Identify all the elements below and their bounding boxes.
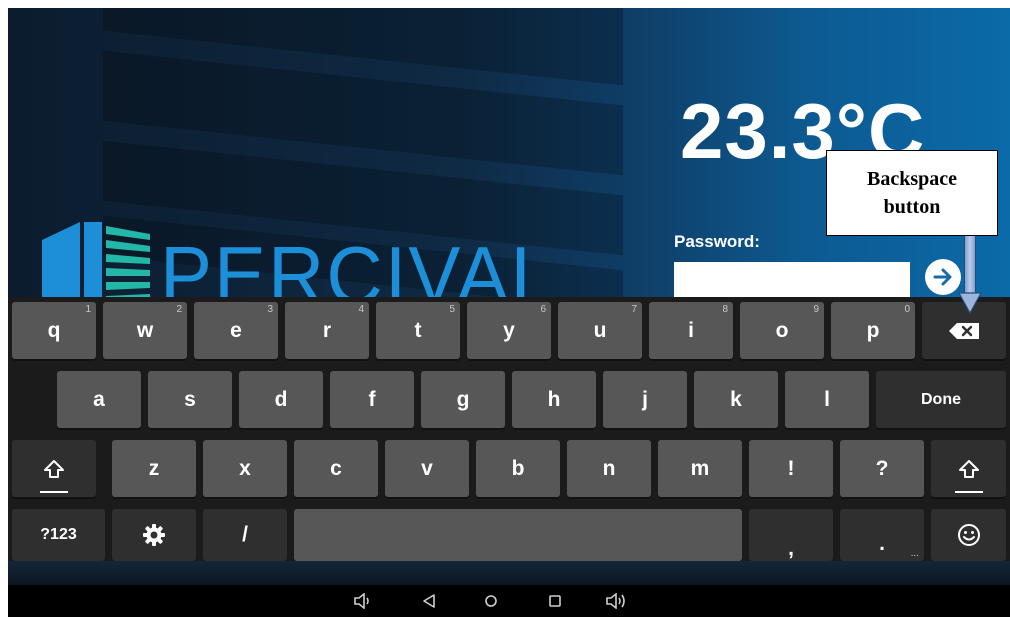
key-label: u xyxy=(593,318,607,342)
key-b[interactable]: b xyxy=(476,440,560,497)
emoji-key[interactable] xyxy=(931,509,1006,561)
key-label: . xyxy=(879,532,885,555)
home-icon xyxy=(485,595,497,607)
backspace-icon xyxy=(949,322,979,339)
key-hint: 0 xyxy=(904,304,910,315)
key-label: q xyxy=(47,318,61,342)
percival-logo-icon xyxy=(42,222,150,298)
settings-key[interactable] xyxy=(112,509,196,561)
shift-icon xyxy=(44,459,64,478)
volume-up-button[interactable] xyxy=(606,591,628,611)
key-hint: 2 xyxy=(176,304,182,315)
back-button[interactable] xyxy=(418,591,440,611)
submit-button[interactable] xyxy=(925,259,961,295)
key-hint: 9 xyxy=(813,304,819,315)
key-o[interactable]: o9 xyxy=(740,302,824,359)
key-label: r xyxy=(322,318,332,342)
shift-icon xyxy=(958,459,979,478)
nav-background-strip xyxy=(8,561,1010,585)
key-label: y xyxy=(503,318,515,342)
key-g[interactable]: g xyxy=(421,371,505,428)
key-label: o xyxy=(775,318,789,342)
key-a[interactable]: a xyxy=(57,371,141,428)
callout-line-1: Backspace xyxy=(867,168,957,190)
recents-icon xyxy=(549,595,561,607)
symbols-key[interactable]: ?123 xyxy=(12,509,105,561)
smiley-icon xyxy=(957,524,980,546)
recents-button[interactable] xyxy=(544,591,566,611)
key-s[interactable]: s xyxy=(148,371,232,428)
volume-down-button[interactable] xyxy=(352,591,374,611)
soft-keyboard: q1 w2 e3 r4 t5 y6 u7 i8 o9 p0 a s d f g … xyxy=(8,297,1010,561)
logo-text: PERCIVAL xyxy=(160,228,557,298)
arrow-down-icon xyxy=(958,292,982,314)
shift-indicator xyxy=(954,491,983,493)
key-m[interactable]: m xyxy=(658,440,742,497)
key-p[interactable]: p0 xyxy=(831,302,915,359)
comma-key[interactable]: , xyxy=(749,509,833,561)
password-input[interactable] xyxy=(674,262,910,298)
key-label: p xyxy=(866,318,880,342)
key-hint: 3 xyxy=(267,304,273,315)
volume-down-icon xyxy=(354,593,369,609)
callout-line-2: button xyxy=(883,196,941,218)
space-key[interactable] xyxy=(294,509,742,561)
home-button[interactable] xyxy=(480,591,502,611)
key-hint: 4 xyxy=(358,304,364,315)
key-hint: 7 xyxy=(631,304,637,315)
backspace-callout: Backspace button xyxy=(826,150,998,236)
done-key[interactable]: Done xyxy=(876,371,1006,428)
key-hint: ... xyxy=(910,548,919,559)
key-j[interactable]: j xyxy=(603,371,687,428)
back-icon xyxy=(423,594,435,608)
arrow-right-icon xyxy=(933,268,952,286)
key-z[interactable]: z xyxy=(112,440,196,497)
key-h[interactable]: h xyxy=(512,371,596,428)
key-label: w xyxy=(136,318,154,342)
key-label: i xyxy=(688,318,694,342)
key-hint: 6 xyxy=(540,304,546,315)
slash-key[interactable]: / xyxy=(203,509,287,561)
password-label: Password: xyxy=(674,232,760,251)
volume-up-icon xyxy=(606,593,625,609)
key-hint: 5 xyxy=(449,304,455,315)
key-label: e xyxy=(230,318,242,342)
key-k[interactable]: k xyxy=(694,371,778,428)
key-hint: 1 xyxy=(85,304,91,315)
key-n[interactable]: n xyxy=(567,440,651,497)
key-y[interactable]: y6 xyxy=(467,302,551,359)
callout-arrow-shaft xyxy=(964,236,976,294)
key-r[interactable]: r4 xyxy=(285,302,369,359)
key-exclamation[interactable]: ! xyxy=(749,440,833,497)
key-hint: 8 xyxy=(722,304,728,315)
gear-icon xyxy=(143,524,165,546)
key-w[interactable]: w2 xyxy=(103,302,187,359)
tablet-screen: PERCIVAL 23.3°C Password: q1 w2 e3 r4 t5… xyxy=(8,8,1010,617)
key-u[interactable]: u7 xyxy=(558,302,642,359)
shift-indicator xyxy=(40,491,68,493)
shift-key-left[interactable] xyxy=(12,440,96,497)
period-key[interactable]: . ... xyxy=(840,509,924,561)
key-v[interactable]: v xyxy=(385,440,469,497)
key-x[interactable]: x xyxy=(203,440,287,497)
key-f[interactable]: f xyxy=(330,371,414,428)
key-c[interactable]: c xyxy=(294,440,378,497)
key-label: t xyxy=(414,318,422,342)
key-d[interactable]: d xyxy=(239,371,323,428)
shift-key-right[interactable] xyxy=(931,440,1006,497)
key-q[interactable]: q1 xyxy=(12,302,96,359)
key-i[interactable]: i8 xyxy=(649,302,733,359)
key-t[interactable]: t5 xyxy=(376,302,460,359)
key-l[interactable]: l xyxy=(785,371,869,428)
key-question[interactable]: ? xyxy=(840,440,924,497)
key-e[interactable]: e3 xyxy=(194,302,278,359)
system-navigation-bar xyxy=(8,561,1010,617)
